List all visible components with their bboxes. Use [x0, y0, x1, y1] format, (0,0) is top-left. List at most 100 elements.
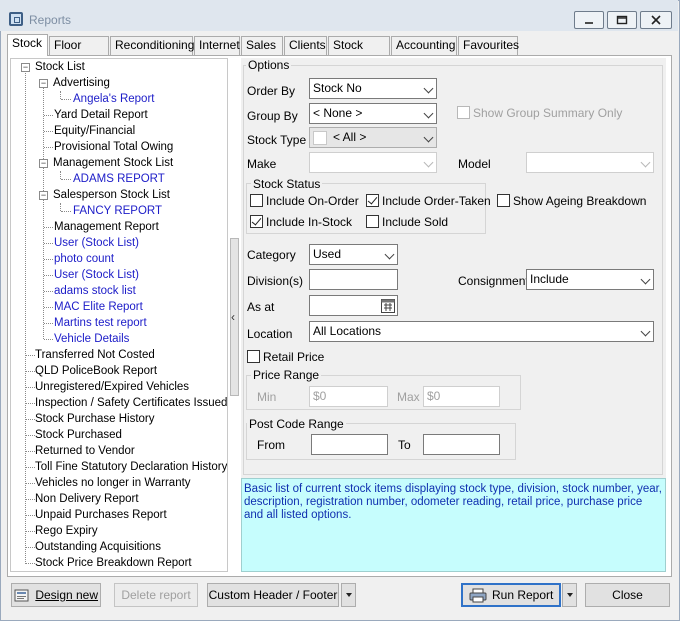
- tree-item[interactable]: Advertising: [53, 75, 110, 91]
- tree-item[interactable]: User (Stock List): [54, 267, 139, 283]
- maximize-button[interactable]: [607, 11, 637, 29]
- tree-item[interactable]: FANCY REPORT: [73, 203, 162, 219]
- tab-accounting[interactable]: Accounting: [391, 36, 457, 55]
- location-select[interactable]: All Locations: [309, 321, 654, 342]
- tree-item-selected[interactable]: Vehicle Details: [54, 331, 129, 347]
- tree-item[interactable]: Martins test report: [54, 315, 147, 331]
- tree-item[interactable]: Stock Purchased: [35, 427, 122, 443]
- price-min-input[interactable]: $0: [309, 386, 388, 407]
- post-code-to-label: To: [398, 438, 411, 452]
- tree-line: [44, 131, 53, 132]
- collapse-management-stock-list[interactable]: −: [39, 159, 48, 168]
- collapse-stock-list[interactable]: −: [21, 63, 30, 72]
- divisions-input[interactable]: [309, 269, 398, 290]
- post-code-from-input[interactable]: [311, 434, 388, 455]
- include-order-taken-checkbox[interactable]: [366, 194, 379, 207]
- tree-item[interactable]: ADAMS REPORT: [73, 171, 165, 187]
- tree-item[interactable]: adams stock list: [54, 283, 136, 299]
- tree-line: [26, 467, 35, 468]
- order-by-label: Order By: [247, 84, 296, 98]
- run-report-button[interactable]: Run Report: [461, 583, 561, 607]
- tab-reconditioning[interactable]: Reconditioning: [110, 36, 194, 55]
- custom-header-footer-dropdown[interactable]: [341, 583, 356, 607]
- include-sold-checkbox[interactable]: [366, 215, 379, 228]
- tree-item[interactable]: Toll Fine Statutory Declaration History: [35, 459, 227, 475]
- tree-item[interactable]: photo count: [54, 251, 114, 267]
- tree-line: [44, 147, 53, 148]
- tree-item[interactable]: Yard Detail Report: [54, 107, 148, 123]
- tree-line: [26, 563, 35, 564]
- tree-item[interactable]: Non Delivery Report: [35, 491, 139, 507]
- close-button[interactable]: Close: [585, 583, 670, 607]
- tree-item[interactable]: Inspection / Safety Certificates Issued: [35, 395, 227, 411]
- include-on-order-checkbox[interactable]: [250, 194, 263, 207]
- tree-item[interactable]: Angela's Report: [73, 91, 154, 107]
- show-ageing-checkbox[interactable]: [497, 194, 510, 207]
- price-max-input[interactable]: $0: [423, 386, 500, 407]
- restore-icon: [616, 15, 628, 25]
- tree-item[interactable]: Management Report: [54, 219, 159, 235]
- tree-item[interactable]: Transferred Not Costed: [35, 347, 155, 363]
- tree-item[interactable]: Stock Price Breakdown Report: [35, 555, 192, 571]
- post-code-to-input[interactable]: [423, 434, 500, 455]
- tab-favourites[interactable]: Favourites: [458, 36, 519, 55]
- tree-line: [61, 179, 71, 180]
- tree-item[interactable]: Returned to Vendor: [35, 443, 135, 459]
- design-new-button[interactable]: Design new: [11, 583, 101, 607]
- tree-item[interactable]: Management Stock List: [53, 155, 173, 171]
- tree-item[interactable]: Provisional Total Owing: [54, 139, 173, 155]
- category-select[interactable]: Used: [309, 244, 398, 265]
- tree-line: [44, 323, 53, 324]
- tree-item[interactable]: Unpaid Purchases Report: [35, 507, 167, 523]
- category-label: Category: [247, 248, 296, 262]
- close-window-button[interactable]: [640, 11, 672, 29]
- model-select[interactable]: [526, 152, 654, 173]
- report-category-tabs: Stock Floor Plan Reconditioning Internet…: [7, 34, 672, 69]
- show-ageing-label: Show Ageing Breakdown: [513, 194, 647, 208]
- tree-item[interactable]: Rego Expiry: [35, 523, 98, 539]
- tree-item[interactable]: User (Stock List): [54, 235, 139, 251]
- tree-line: [26, 515, 35, 516]
- tree-item[interactable]: Stock List: [35, 59, 85, 75]
- tree-item[interactable]: Outstanding Acquisitions: [35, 539, 161, 555]
- tree-item[interactable]: Unregistered/Expired Vehicles: [35, 379, 189, 395]
- tree-item[interactable]: QLD PoliceBook Report: [35, 363, 157, 379]
- include-sold-label: Include Sold: [382, 215, 449, 229]
- tree-line: [44, 243, 53, 244]
- minimize-button[interactable]: [574, 11, 604, 29]
- include-in-stock-checkbox[interactable]: [250, 215, 263, 228]
- collapse-salesperson-stock-list[interactable]: −: [39, 191, 48, 200]
- tree-item[interactable]: Stock Purchase History: [35, 411, 155, 427]
- tab-internet[interactable]: Internet: [194, 36, 240, 55]
- tree-line: [26, 451, 35, 452]
- make-label: Make: [247, 157, 277, 171]
- show-group-summary-checkbox[interactable]: [457, 106, 470, 119]
- chevron-down-icon: [423, 108, 434, 119]
- tab-stock-dc[interactable]: Stock D/C: [328, 36, 390, 69]
- consignment-select[interactable]: Include: [526, 269, 654, 290]
- options-panel: Options Order By Stock No Group By < Non…: [241, 58, 666, 478]
- calendar-button[interactable]: [380, 297, 396, 314]
- tree-item[interactable]: Equity/Financial: [54, 123, 135, 139]
- group-by-select[interactable]: < None >: [309, 103, 437, 124]
- collapse-advertising[interactable]: −: [39, 79, 48, 88]
- chevron-down-icon: [640, 326, 651, 337]
- tree-item[interactable]: Vehicles no longer in Warranty: [35, 475, 191, 491]
- tab-sales[interactable]: Sales: [241, 36, 283, 55]
- tree-item[interactable]: Salesperson Stock List: [53, 187, 170, 203]
- tree-line: [26, 531, 35, 532]
- custom-header-footer-button[interactable]: Custom Header / Footer: [207, 583, 339, 607]
- run-report-dropdown[interactable]: [562, 583, 577, 607]
- make-select[interactable]: [309, 152, 437, 173]
- tab-clients[interactable]: Clients: [284, 36, 327, 55]
- tree-line: [26, 435, 35, 436]
- retail-price-checkbox[interactable]: [247, 350, 260, 363]
- tree-item[interactable]: MAC Elite Report: [54, 299, 143, 315]
- stock-type-select[interactable]: < All >: [309, 127, 437, 148]
- delete-report-button[interactable]: Delete report: [114, 583, 198, 607]
- tab-stock[interactable]: Stock: [7, 34, 48, 56]
- collapse-left-icon[interactable]: ‹: [231, 310, 235, 324]
- order-by-select[interactable]: Stock No: [309, 78, 437, 99]
- tab-floor-plan[interactable]: Floor Plan: [49, 36, 109, 69]
- chevron-down-icon: [640, 274, 651, 285]
